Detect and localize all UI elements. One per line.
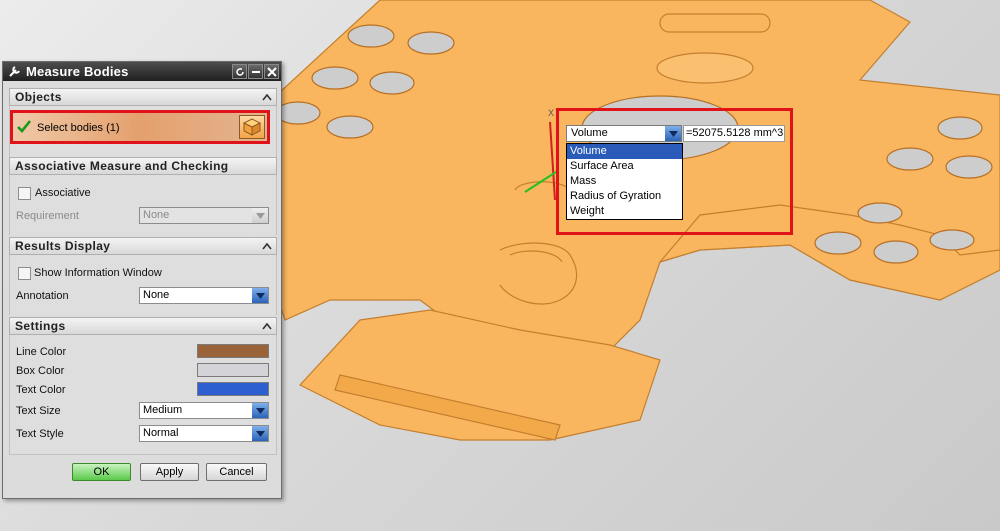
chevron-down-icon[interactable]: [252, 403, 268, 418]
requirement-value: None: [143, 209, 170, 221]
chevron-down-icon[interactable]: [252, 426, 268, 441]
minimize-icon[interactable]: [248, 64, 263, 79]
chevron-down-icon[interactable]: [252, 208, 268, 223]
measurement-type-dropdown[interactable]: Volume Surface Area Mass Radius of Gyrat…: [566, 143, 683, 220]
show-information-window-label: Show Information Window: [34, 267, 162, 279]
solid-body-icon[interactable]: [239, 115, 265, 139]
box-color-swatch[interactable]: [197, 363, 269, 377]
text-style-label: Text Style: [16, 428, 64, 440]
close-icon[interactable]: [264, 64, 279, 79]
requirement-label: Requirement: [16, 210, 79, 222]
measurement-value-display: =52075.5128 mm^3: [683, 125, 785, 142]
text-size-value: Medium: [143, 404, 183, 416]
reset-icon[interactable]: [232, 64, 247, 79]
select-bodies-row[interactable]: Select bodies (1): [10, 110, 270, 144]
chevron-up-icon[interactable]: [260, 90, 274, 104]
chevron-down-icon[interactable]: [252, 288, 268, 303]
chevron-up-icon[interactable]: [260, 319, 274, 333]
measurement-type-value: Volume: [571, 127, 608, 139]
line-color-label: Line Color: [16, 346, 67, 358]
section-title-objects: Objects: [15, 90, 62, 104]
associative-label: Associative: [35, 187, 91, 199]
dropdown-option-mass[interactable]: Mass: [567, 174, 682, 189]
text-color-swatch[interactable]: [197, 382, 269, 396]
section-header-associative[interactable]: Associative Measure and Checking: [9, 157, 277, 175]
line-color-swatch[interactable]: [197, 344, 269, 358]
section-title-results-display: Results Display: [15, 239, 111, 253]
measurement-type-select[interactable]: Volume: [566, 125, 682, 142]
dropdown-option-radius-of-gyration[interactable]: Radius of Gyration: [567, 189, 682, 204]
section-header-settings[interactable]: Settings: [9, 317, 277, 335]
measure-bodies-dialog: Measure Bodies Objects Select bodies (1): [2, 61, 282, 499]
text-style-value: Normal: [143, 427, 179, 439]
section-title-associative: Associative Measure and Checking: [15, 159, 229, 173]
apply-button[interactable]: Apply: [140, 463, 199, 481]
svg-text:X: X: [548, 108, 554, 118]
text-size-label: Text Size: [16, 405, 61, 417]
section-header-objects[interactable]: Objects: [9, 88, 277, 106]
check-icon: [17, 119, 32, 136]
dropdown-option-surface-area[interactable]: Surface Area: [567, 159, 682, 174]
cancel-button[interactable]: Cancel: [206, 463, 267, 481]
box-color-label: Box Color: [16, 365, 65, 377]
dialog-title: Measure Bodies: [26, 64, 129, 79]
chevron-up-icon[interactable]: [260, 239, 274, 253]
associative-checkbox[interactable]: [18, 187, 31, 200]
text-style-select[interactable]: Normal: [139, 425, 269, 442]
chevron-down-icon[interactable]: [665, 126, 681, 141]
dropdown-option-weight[interactable]: Weight: [567, 204, 682, 219]
dialog-titlebar[interactable]: Measure Bodies: [3, 62, 281, 81]
text-size-select[interactable]: Medium: [139, 402, 269, 419]
annotation-label: Annotation: [16, 290, 69, 302]
select-bodies-label: Select bodies (1): [37, 122, 120, 134]
annotation-value: None: [143, 289, 170, 301]
wrench-icon: [6, 64, 22, 80]
section-title-settings: Settings: [15, 319, 66, 333]
dropdown-option-volume[interactable]: Volume: [567, 144, 682, 159]
ok-button[interactable]: OK: [72, 463, 131, 481]
annotation-select[interactable]: None: [139, 287, 269, 304]
show-information-window-checkbox[interactable]: [18, 267, 31, 280]
text-color-label: Text Color: [16, 384, 66, 396]
requirement-select[interactable]: None: [139, 207, 269, 224]
section-header-results-display[interactable]: Results Display: [9, 237, 277, 255]
section-body-associative: [9, 175, 277, 235]
section-body-results-display: [9, 255, 277, 315]
